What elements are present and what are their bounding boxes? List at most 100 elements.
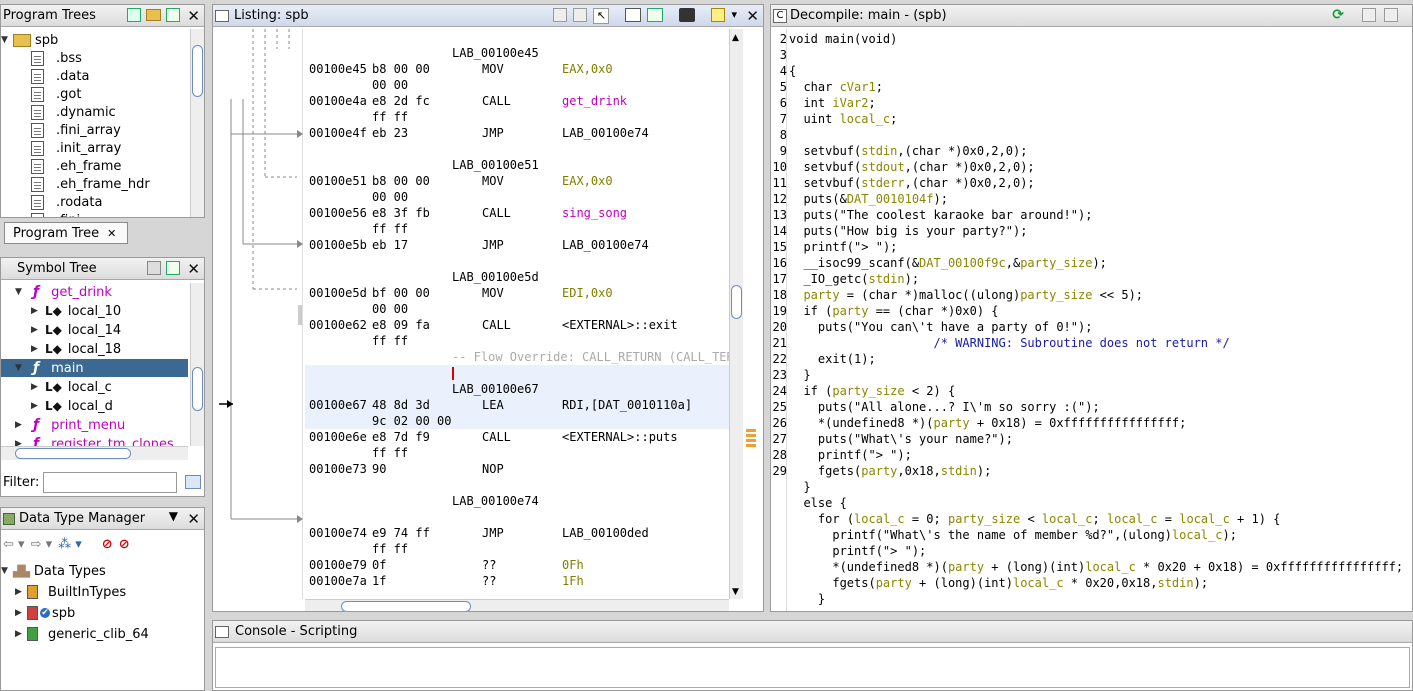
instruction-operand[interactable]: 0Fh bbox=[562, 557, 584, 573]
create-namespace-icon[interactable] bbox=[147, 261, 161, 275]
symbol-local[interactable]: ▶ L◆ local_d bbox=[1, 397, 188, 415]
close-icon[interactable]: ✕ bbox=[187, 260, 200, 278]
decompile-line[interactable]: for (local_c = 0; party_size < local_c; … bbox=[771, 511, 1280, 527]
back-arrow-icon[interactable]: ⇦ ▾ bbox=[3, 537, 25, 552]
filter-arrays-icon[interactable]: ⊘ bbox=[102, 537, 113, 552]
filter-input[interactable] bbox=[43, 471, 177, 493]
decompile-line[interactable]: 11 setvbuf(stderr,(char *)0x0,2,0); bbox=[771, 175, 1035, 191]
listing-hscroll[interactable] bbox=[305, 599, 729, 611]
instruction-row[interactable]: 00100e5b eb 17 JMP LAB_00100e74 bbox=[305, 237, 729, 253]
listing-menu-icon[interactable]: ▾ bbox=[731, 8, 737, 24]
paste-icon[interactable] bbox=[573, 8, 588, 22]
code-label[interactable]: LAB_00100e67 bbox=[452, 381, 539, 397]
tree-item[interactable]: .data bbox=[31, 67, 89, 85]
symbol-tree-hscroll[interactable] bbox=[1, 446, 188, 460]
chevron-right-icon[interactable]: ▶ bbox=[31, 306, 43, 316]
data-types-root[interactable]: ▼ ▟▙ Data Types bbox=[1, 562, 106, 580]
instruction-row[interactable]: 00100e62 e8 09 fa CALL <EXTERNAL>::exit bbox=[305, 317, 729, 333]
new-tree-icon[interactable] bbox=[127, 8, 141, 22]
instruction-row[interactable]: 00100e74 e9 74 ff JMP LAB_00100ded bbox=[305, 525, 729, 541]
instruction-operand[interactable]: EAX,0x0 bbox=[562, 61, 613, 77]
instruction-row[interactable]: 00100e4f eb 23 JMP LAB_00100e74 bbox=[305, 125, 729, 141]
instruction-operand[interactable]: LAB_00100ded bbox=[562, 525, 649, 541]
tree-item[interactable]: .bss bbox=[31, 49, 82, 67]
decompile-line[interactable]: *(undefined8 *)(party + (long)(int)local… bbox=[771, 559, 1403, 575]
symbol-tree-vscroll[interactable] bbox=[190, 283, 204, 446]
decompile-line[interactable]: 22 exit(1); bbox=[771, 351, 876, 367]
tree-item[interactable]: .got bbox=[31, 85, 81, 103]
tree-item[interactable]: .rodata bbox=[31, 193, 102, 211]
filter-pointers-icon[interactable]: ⊘ bbox=[119, 537, 130, 552]
copy-icon[interactable] bbox=[553, 8, 568, 22]
tree-item[interactable]: .dynamic bbox=[31, 103, 116, 121]
tab-program-tree[interactable]: Program Tree ✕ bbox=[4, 222, 128, 244]
filter-options-icon[interactable] bbox=[185, 475, 201, 489]
instruction-operand[interactable]: <EXTERNAL>::exit bbox=[562, 317, 678, 333]
chevron-right-icon[interactable]: ▶ bbox=[15, 587, 27, 597]
close-icon[interactable]: ✕ bbox=[187, 7, 200, 25]
instruction-operand[interactable]: EDI,0x0 bbox=[562, 285, 613, 301]
decompile-line[interactable]: 9 setvbuf(stdin,(char *)0x0,2,0); bbox=[771, 143, 1028, 159]
chevron-right-icon[interactable]: ▶ bbox=[31, 325, 43, 335]
decompile-line[interactable]: 3 bbox=[771, 47, 789, 63]
decompile-line[interactable]: 16 __isoc99_scanf(&DAT_00100f9c,&party_s… bbox=[771, 255, 1107, 271]
chevron-down-icon[interactable]: ▼ bbox=[15, 363, 27, 373]
symbol-local[interactable]: ▶ L◆ local_c bbox=[1, 378, 188, 396]
code-label[interactable]: LAB_00100e51 bbox=[452, 157, 539, 173]
instruction-row[interactable]: 00100e5d bf 00 00 MOV EDI,0x0 bbox=[305, 285, 729, 301]
symbol-function[interactable]: ▼ ƒ get_drink bbox=[1, 283, 188, 301]
symbol-local[interactable]: ▶ L◆ local_10 bbox=[1, 302, 188, 320]
copy-icon[interactable] bbox=[1362, 8, 1376, 22]
instruction-operand[interactable]: 1Fh bbox=[562, 573, 584, 589]
decompile-line[interactable]: 8 bbox=[771, 127, 789, 143]
archive-item[interactable]: ▶ BuiltInTypes bbox=[15, 583, 126, 601]
chevron-right-icon[interactable]: ▶ bbox=[15, 629, 27, 639]
layout-icon[interactable] bbox=[711, 8, 726, 22]
instruction-operand[interactable]: get_drink bbox=[562, 93, 627, 109]
tree-item[interactable]: .init_array bbox=[31, 139, 121, 157]
decompile-line[interactable]: 19 if (party == (char *)0x0) { bbox=[771, 303, 999, 319]
instruction-row[interactable]: 00100e7a 1f?? 1Fh bbox=[305, 573, 729, 589]
decompile-line[interactable]: } bbox=[771, 591, 825, 607]
open-folder-icon[interactable] bbox=[146, 9, 161, 21]
instruction-row[interactable]: 00100e51 b8 00 00 MOV EAX,0x0 bbox=[305, 173, 729, 189]
instruction-operand[interactable]: RDI,[DAT_0010110a] bbox=[562, 397, 692, 413]
decompile-line[interactable]: 10 setvbuf(stdout,(char *)0x0,2,0); bbox=[771, 159, 1035, 175]
decompile-line[interactable]: 25 puts("All alone...? I\'m so sorry :("… bbox=[771, 399, 1100, 415]
program-tree-scrollbar[interactable] bbox=[190, 29, 204, 217]
snapshot-icon[interactable] bbox=[679, 8, 696, 22]
chevron-down-icon[interactable]: ▼ bbox=[15, 287, 27, 297]
listing-vscroll[interactable]: ▲ ▼ bbox=[729, 29, 743, 599]
instruction-row[interactable]: 00100e56 e8 3f fb CALL sing_song bbox=[305, 205, 729, 221]
decompile-line[interactable]: 27 puts("What\'s your name?"); bbox=[771, 431, 1013, 447]
decompile-line[interactable]: } bbox=[771, 479, 810, 495]
symbol-local[interactable]: ▶ L◆ local_18 bbox=[1, 340, 188, 358]
decompile-code[interactable]: 2 void main(void) 3 4{5 char cVar1; 6 int iV… bbox=[771, 31, 1412, 611]
chevron-right-icon[interactable]: ▶ bbox=[15, 439, 27, 446]
decompile-line[interactable]: else { bbox=[771, 495, 846, 511]
field-edit-icon[interactable] bbox=[625, 8, 642, 22]
instruction-row[interactable]: 00100e73 90 NOP bbox=[305, 461, 729, 477]
refresh-icon[interactable]: ⟳ bbox=[1332, 8, 1344, 22]
cursor-select-icon[interactable]: ↖ bbox=[593, 8, 610, 24]
navigate-icon[interactable] bbox=[166, 261, 180, 275]
chevron-right-icon[interactable]: ▶ bbox=[31, 382, 43, 392]
symbol-function[interactable]: ▶ ƒ print_menu bbox=[1, 416, 188, 434]
decompile-line[interactable]: 2 void main(void) bbox=[771, 31, 898, 47]
menu-chevron-icon[interactable]: ▼ bbox=[169, 509, 178, 523]
decompile-line[interactable]: 20 puts("You can\'t have a party of 0!")… bbox=[771, 319, 1093, 335]
tree-item[interactable]: .eh_frame bbox=[31, 157, 121, 175]
overview-markers[interactable] bbox=[745, 29, 763, 599]
decompile-line[interactable]: 26 *(undefined8 *)(party + 0x18) = 0xfff… bbox=[771, 415, 1187, 431]
decompile-line[interactable]: fgets(party + (long)(int)local_c * 0x20,… bbox=[771, 575, 1208, 591]
archive-item[interactable]: ▶ ✔ spb bbox=[15, 604, 75, 622]
chevron-right-icon[interactable]: ▶ bbox=[15, 608, 27, 618]
symbol-local[interactable]: ▶ L◆ local_14 bbox=[1, 321, 188, 339]
decompile-line[interactable]: 13 puts("The coolest karaoke bar around!… bbox=[771, 207, 1093, 223]
expand-icon[interactable]: ⁂ ▾ bbox=[58, 537, 82, 552]
decompile-line[interactable]: 23 } bbox=[771, 367, 811, 383]
view-icon[interactable] bbox=[166, 8, 180, 22]
listing-code[interactable]: LAB_00100e45 00100e45 b8 00 00 MOV EAX,0x0 00… bbox=[305, 29, 729, 599]
decompile-line[interactable]: 4{ bbox=[771, 63, 796, 79]
decompile-line[interactable]: 12 puts(&DAT_0010104f); bbox=[771, 191, 948, 207]
